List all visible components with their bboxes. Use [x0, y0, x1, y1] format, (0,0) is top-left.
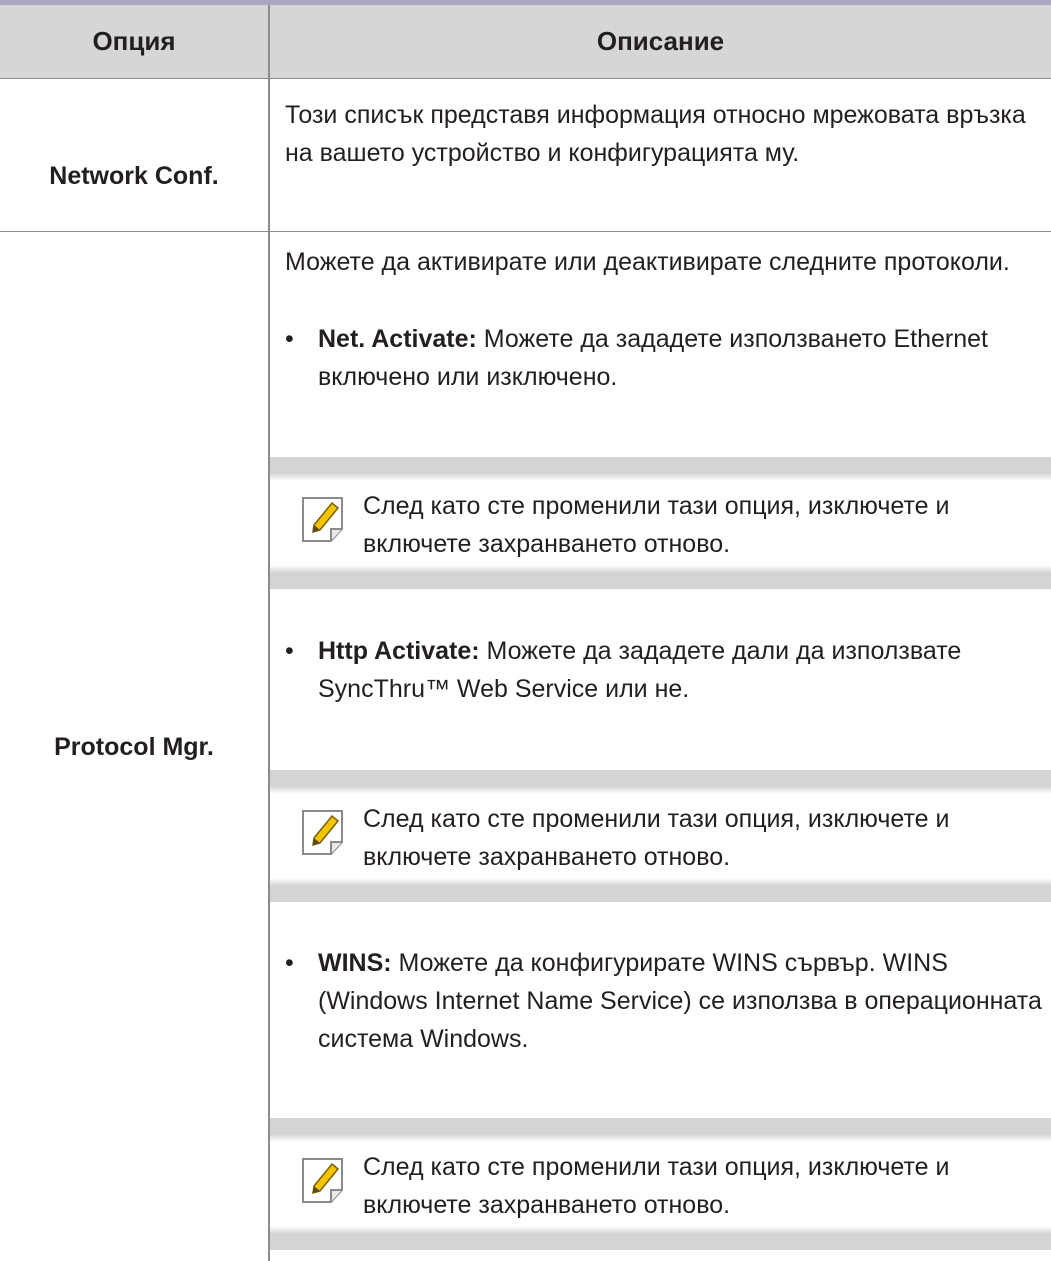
header-option: Опция [92, 26, 176, 56]
table-header: Опция Описание [0, 5, 1051, 79]
note-box: След като сте променили тази опция, изкл… [270, 457, 1051, 589]
note-box: След като сте променили тази опция, изкл… [270, 1118, 1051, 1250]
item-term: Http Activate: [318, 637, 480, 665]
item-term: Net. Activate: [318, 325, 477, 353]
note-pencil-icon [302, 810, 343, 855]
note-pencil-icon [302, 1158, 343, 1203]
note-pencil-icon [302, 497, 343, 542]
column-divider [268, 5, 270, 79]
note-box: След като сте променили тази опция, изкл… [270, 770, 1051, 902]
item-text: Можете да конфигурирате WINS сървър. WIN… [318, 949, 1042, 1053]
row-option-protocol-mgr: Protocol Mgr. [54, 733, 214, 761]
header-description: Описание [596, 26, 725, 56]
row-divider [0, 231, 1051, 232]
row-intro-protocol-mgr: Можете да активирате или деактивирате сл… [285, 248, 1010, 276]
note-text: След като сте променили тази опция, изкл… [363, 805, 950, 871]
column-divider [268, 79, 270, 1261]
note-text: След като сте променили тази опция, изкл… [363, 492, 950, 558]
note-text: След като сте променили тази опция, изкл… [363, 1153, 950, 1219]
row-description-network-conf: Този списък представя информация относно… [285, 101, 1026, 167]
item-term: WINS: [318, 949, 392, 977]
row-option-network-conf: Network Conf. [49, 162, 219, 190]
